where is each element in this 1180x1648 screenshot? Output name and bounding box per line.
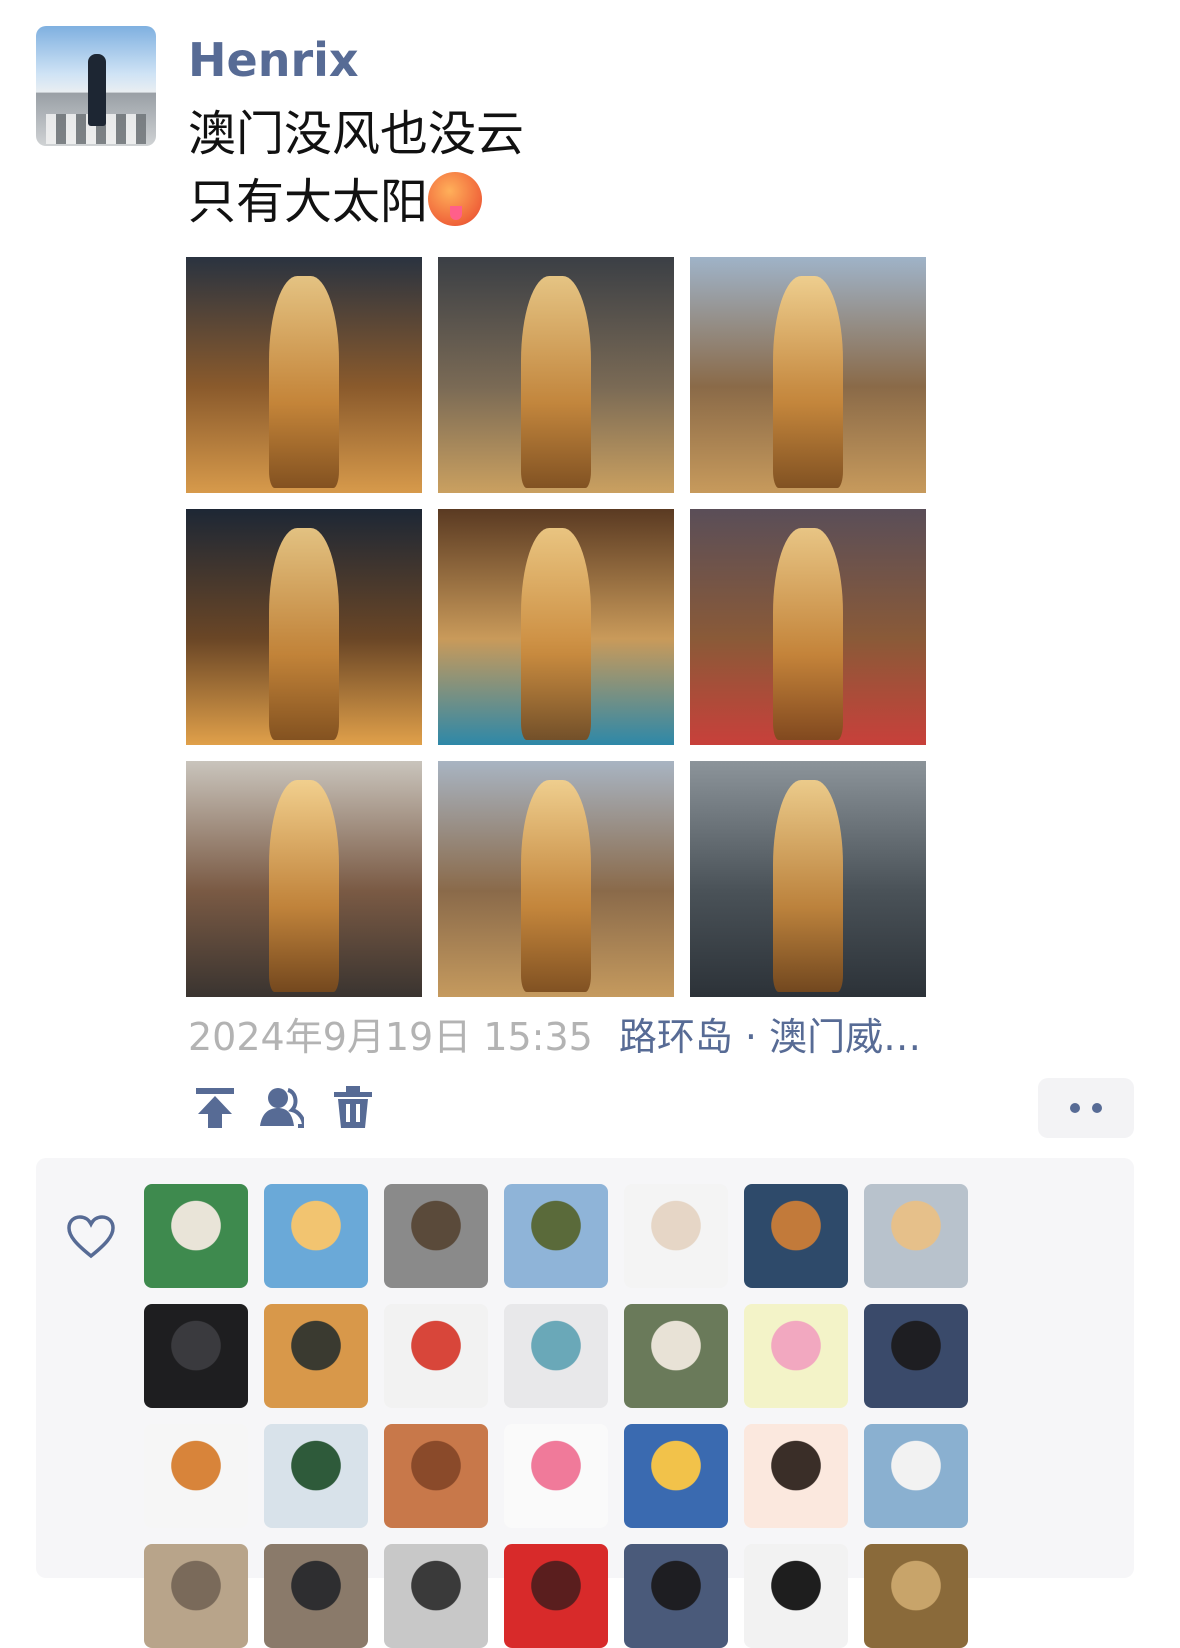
post-date: 2024年9月19日 15:35 (188, 1015, 593, 1059)
photo-highlight (520, 779, 592, 993)
liker-5-avatar[interactable] (624, 1184, 728, 1288)
liker-2-avatar[interactable] (264, 1184, 368, 1288)
liker-23-avatar[interactable] (264, 1544, 368, 1648)
liker-8-avatar[interactable] (144, 1304, 248, 1408)
liker-11-avatar[interactable] (504, 1304, 608, 1408)
liker-27-avatar[interactable] (744, 1544, 848, 1648)
liker-25-avatar[interactable] (504, 1544, 608, 1648)
visibility-icon[interactable] (258, 1084, 304, 1130)
pin-to-top-icon[interactable] (192, 1084, 238, 1130)
photo-skyline-lisboa-tower[interactable] (690, 257, 926, 493)
liker-24-avatar[interactable] (384, 1544, 488, 1648)
photo-highlight (772, 779, 844, 993)
liker-18-avatar[interactable] (504, 1424, 608, 1528)
heart-icon (67, 1215, 115, 1259)
liker-28-avatar[interactable] (864, 1544, 968, 1648)
photo-aerial-lisboa-tower[interactable] (186, 257, 422, 493)
photo-red-bus-palace[interactable] (690, 509, 926, 745)
liker-4-avatar[interactable] (504, 1184, 608, 1288)
post-location[interactable]: 路环岛 · 澳门威… (619, 1015, 921, 1059)
post-meta: 2024年9月19日 15:35 路环岛 · 澳门威… (188, 1012, 921, 1062)
photo-highlight (520, 275, 592, 489)
post-text-line-2: 只有大太阳 (188, 174, 429, 230)
liker-12-avatar[interactable] (624, 1304, 728, 1408)
liker-1-avatar[interactable] (144, 1184, 248, 1288)
liker-15-avatar[interactable] (144, 1424, 248, 1528)
liker-7-avatar[interactable] (864, 1184, 968, 1288)
liker-20-avatar[interactable] (744, 1424, 848, 1528)
photo-highlight (268, 779, 340, 993)
photo-highlight (268, 275, 340, 489)
liker-22-avatar[interactable] (144, 1544, 248, 1648)
likes-panel (36, 1158, 1134, 1648)
avatar-figure (88, 54, 106, 126)
author-avatar[interactable] (36, 26, 156, 146)
photo-highlight (772, 527, 844, 741)
liker-14-avatar[interactable] (864, 1304, 968, 1408)
more-dots-icon[interactable] (1038, 1078, 1134, 1138)
photo-clocktower-night[interactable] (186, 509, 422, 745)
photo-tower-harbor[interactable] (438, 761, 674, 997)
liker-3-avatar[interactable] (384, 1184, 488, 1288)
photo-highlight (268, 527, 340, 741)
photo-modern-skyline[interactable] (690, 761, 926, 997)
photo-highlight (772, 275, 844, 489)
trash-icon[interactable] (330, 1084, 376, 1130)
liker-13-avatar[interactable] (744, 1304, 848, 1408)
photo-street-lisboa-tower[interactable] (438, 257, 674, 493)
author-name[interactable]: Henrix (188, 32, 359, 88)
liker-10-avatar[interactable] (384, 1304, 488, 1408)
photo-grid (186, 257, 926, 997)
liker-21-avatar[interactable] (864, 1424, 968, 1528)
liker-9-avatar[interactable] (264, 1304, 368, 1408)
hot-face-emoji-icon (428, 172, 483, 226)
liker-17-avatar[interactable] (384, 1424, 488, 1528)
liker-16-avatar[interactable] (264, 1424, 368, 1528)
photo-highlight (520, 527, 592, 741)
liker-26-avatar[interactable] (624, 1544, 728, 1648)
post-text-line-1: 澳门没风也没云 (188, 106, 525, 162)
photo-ruins-statues[interactable] (186, 761, 422, 997)
photo-dome-ceiling[interactable] (438, 509, 674, 745)
liker-19-avatar[interactable] (624, 1424, 728, 1528)
post-text: 澳门没风也没云 只有大太阳 (188, 100, 524, 236)
liker-6-avatar[interactable] (744, 1184, 848, 1288)
